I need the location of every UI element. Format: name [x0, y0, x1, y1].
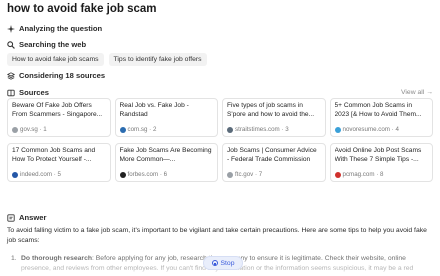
sources-label: Sources: [19, 88, 49, 97]
source-card-title: Avoid Online Job Post Scams With These 7…: [334, 147, 422, 163]
search-icon: [7, 40, 15, 49]
favicon-icon: [119, 126, 126, 133]
favicon-icon: [227, 171, 233, 178]
source-card-title: 17 Common Job Scams and How To Protect Y…: [12, 147, 96, 163]
stop-button[interactable]: Stop: [203, 256, 243, 270]
favicon-icon: [12, 126, 18, 133]
favicon-icon: [12, 171, 18, 178]
favicon-icon: [227, 126, 233, 133]
favicon-icon: [334, 171, 341, 178]
step-considering: Considering 18 sources: [7, 71, 105, 80]
answer-label: Answer: [19, 213, 47, 222]
source-card-title: Fake Job Scams Are Becoming More Common—…: [119, 147, 212, 163]
answer-intro: To avoid falling victim to a fake job sc…: [7, 227, 427, 244]
search-query-chip[interactable]: Tips to identify fake job offers: [108, 53, 207, 66]
source-card-title: 5+ Common Job Scams in 2023 [& How to Av…: [334, 102, 422, 118]
favicon-icon: [119, 171, 126, 178]
source-cards: Beware Of Fake Job Offers From Scammers …: [7, 98, 433, 182]
sources-header: Sources View all →: [7, 88, 433, 97]
source-card[interactable]: Avoid Online Job Post Scams With These 7…: [329, 143, 433, 182]
source-card-meta: com.sg · 2: [127, 126, 157, 133]
source-card-meta: indeed.com · 5: [20, 171, 61, 178]
source-card[interactable]: Five types of job scams in S'pore and ho…: [222, 98, 326, 137]
answer-item-number: 1.: [11, 255, 17, 262]
source-card-title: Beware Of Fake Job Offers From Scammers …: [12, 102, 103, 118]
favicon-icon: [334, 126, 341, 133]
step-searching-label: Searching the web: [19, 40, 87, 49]
step-searching: Searching the web: [7, 40, 86, 49]
source-card[interactable]: Beware Of Fake Job Offers From Scammers …: [7, 98, 111, 137]
source-card-title: Five types of job scams in S'pore and ho…: [227, 102, 315, 118]
answer-item-heading: Do thorough research: [21, 255, 92, 262]
source-card-meta: gov.sg · 1: [20, 126, 47, 133]
source-card[interactable]: Job Scams | Consumer Advice - Federal Tr…: [222, 143, 326, 182]
step-analyzing-label: Analyzing the question: [19, 24, 103, 33]
source-card[interactable]: Real Job vs. Fake Job - Randstad com.sg …: [114, 98, 218, 137]
sources-title: Sources: [7, 88, 49, 97]
source-card[interactable]: 17 Common Job Scams and How To Protect Y…: [7, 143, 111, 182]
stop-icon: [211, 260, 218, 266]
source-card-meta: pcmag.com · 8: [342, 171, 384, 178]
source-card[interactable]: Fake Job Scams Are Becoming More Common—…: [114, 143, 218, 182]
source-card-meta: straitstimes.com · 3: [235, 126, 289, 133]
source-card-meta: forbes.com · 6: [127, 171, 168, 178]
search-query-chip[interactable]: How to avoid fake job scams: [7, 53, 104, 66]
layers-icon: [7, 71, 15, 80]
query-title: how to avoid fake job scam: [7, 3, 157, 15]
source-card-meta: novoresume.com · 4: [342, 126, 399, 133]
source-card[interactable]: 5+ Common Job Scams in 2023 [& How to Av…: [329, 98, 433, 137]
step-analyzing: Analyzing the question: [7, 24, 102, 33]
view-all-link[interactable]: View all →: [401, 89, 433, 96]
stop-label: Stop: [220, 259, 235, 267]
book-icon: [7, 89, 15, 96]
answer-heading: Answer: [7, 213, 46, 222]
source-card-meta: ftc.gov · 7: [235, 171, 263, 178]
step-considering-label: Considering 18 sources: [19, 71, 106, 80]
source-card-title: Real Job vs. Fake Job - Randstad: [119, 102, 189, 118]
source-card-title: Job Scams | Consumer Advice - Federal Tr…: [227, 147, 317, 163]
answer-icon: [7, 213, 15, 222]
search-query-chips: How to avoid fake job scams Tips to iden…: [7, 53, 207, 66]
sparkle-icon: [7, 24, 15, 33]
